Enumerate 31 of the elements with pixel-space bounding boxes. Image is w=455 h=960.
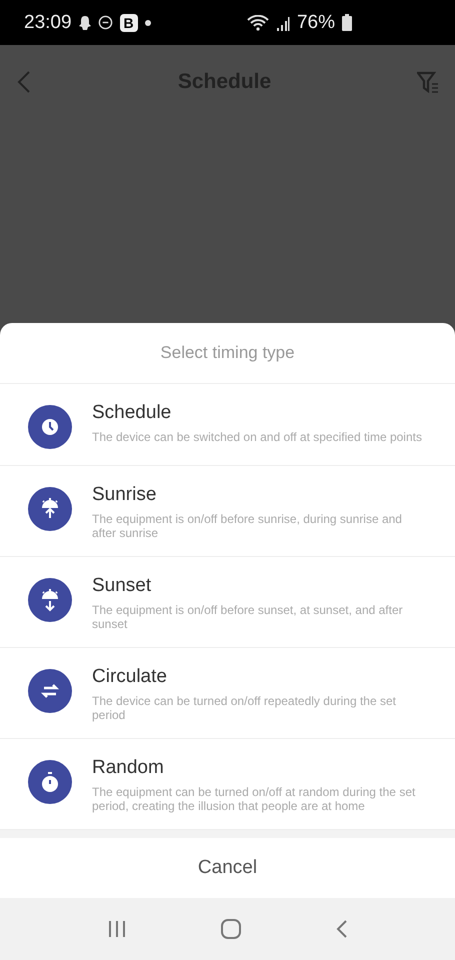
recent-apps-icon[interactable] [106, 920, 126, 938]
battery-icon [342, 14, 352, 31]
timing-option[interactable]: Circulate The device can be turned on/off repeatedly during the set period [0, 648, 455, 739]
option-title: Random [92, 757, 165, 779]
timing-option[interactable]: Sunrise The equipment is on/off before sunrise, during sunrise and after sunrise [0, 466, 455, 557]
option-description: The device can be turned on/off repeatedly during the set period [92, 694, 397, 722]
sunset-icon [28, 578, 72, 622]
clock-icon [28, 405, 72, 449]
option-title: Sunrise [92, 484, 158, 506]
wifi-icon [246, 14, 269, 30]
app-badge: B [120, 14, 138, 32]
signal-icon [276, 14, 290, 30]
do-not-disturb-icon [98, 15, 113, 30]
timing-option[interactable]: Schedule The device can be switched on and off at specified time points [0, 384, 455, 466]
sunrise-icon [28, 487, 72, 531]
sheet-title: Select timing type [160, 343, 295, 363]
option-description: The device can be switched on and off at specified time points [92, 430, 422, 444]
stopwatch-icon [28, 760, 72, 804]
timing-option[interactable]: Sunset The equipment is on/off before sunset, at sunset, and after sunset [0, 557, 455, 648]
option-description: The equipment can be turned on/off at random during the set period, creating the illusion that people are at home [92, 785, 416, 813]
clock-time: 23:09 [24, 12, 72, 34]
option-title: Schedule [92, 402, 172, 424]
option-title: Sunset [92, 575, 152, 597]
option-description: The equipment is on/off before sunset, at sunset, and after sunset [92, 603, 404, 631]
option-title: Circulate [92, 666, 168, 688]
dot-icon [144, 20, 151, 26]
swap-arrows-icon [28, 669, 72, 713]
option-description: The equipment is on/off before sunrise, during sunrise and after sunrise [92, 512, 403, 540]
home-icon[interactable] [220, 918, 242, 940]
battery-percent: 76% [296, 12, 335, 34]
back-icon[interactable] [334, 919, 348, 939]
